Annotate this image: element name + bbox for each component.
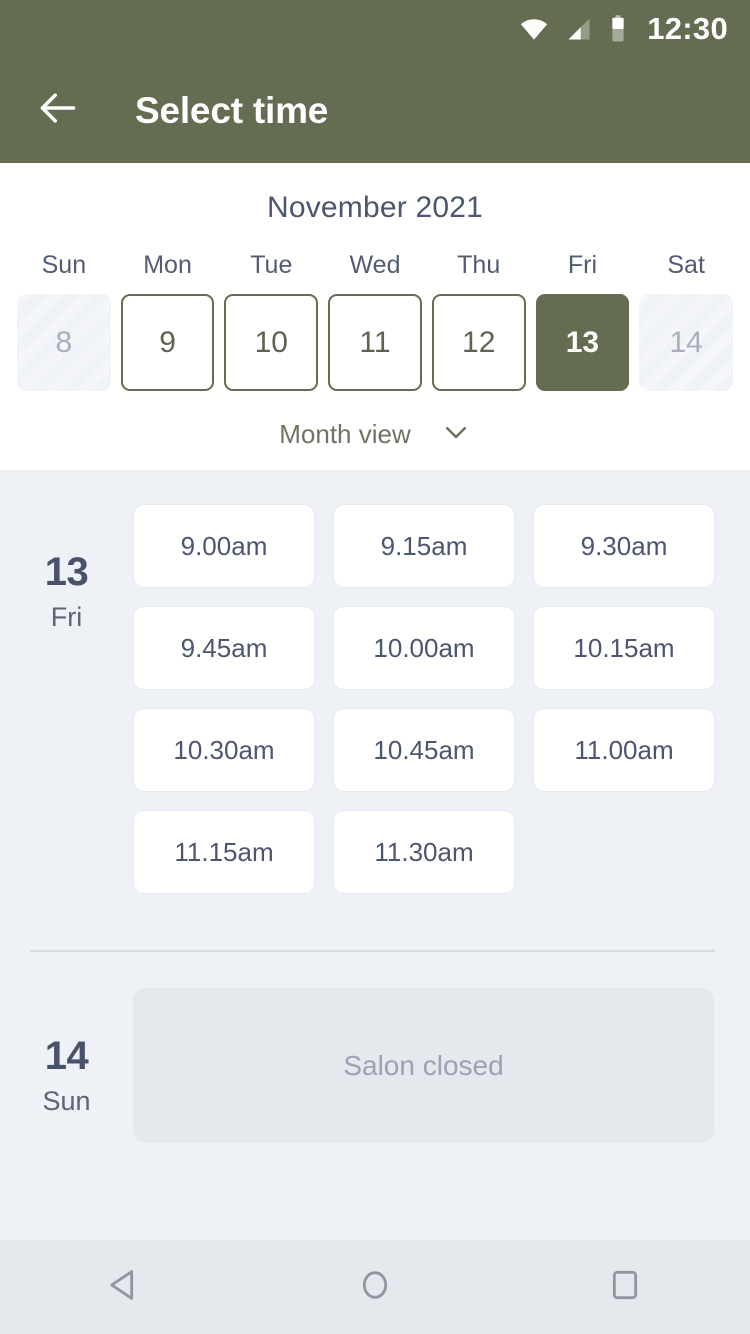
time-slot[interactable]: 10.15am — [533, 606, 715, 690]
time-slot[interactable]: 10.00am — [333, 606, 515, 690]
calendar-month-title: November 2021 — [266, 191, 484, 224]
time-slot[interactable]: 9.30am — [533, 504, 715, 588]
schedule-day-label: 13 Fri — [0, 504, 133, 894]
status-bar: 12:30 — [0, 0, 750, 58]
cellular-signal-icon — [565, 15, 593, 43]
time-slot[interactable]: 11.00am — [533, 708, 715, 792]
calendar-day-cell[interactable]: 9 — [120, 294, 215, 391]
wifi-icon — [519, 14, 549, 44]
salon-closed-card: Salon closed — [133, 988, 714, 1143]
weekday-label: Sat — [667, 251, 705, 279]
time-slot[interactable]: 9.15am — [333, 504, 515, 588]
nav-recents-square-icon — [605, 1265, 645, 1310]
nav-home-button[interactable] — [330, 1240, 420, 1334]
schedule-day-name: Fri — [50, 602, 83, 632]
weekday-label: Tue — [250, 251, 293, 279]
calendar-day-cell: 14 — [639, 294, 733, 391]
nav-back-button[interactable] — [80, 1240, 170, 1334]
battery-icon — [609, 14, 627, 44]
chevron-down-icon — [441, 417, 471, 452]
schedule-day-number: 14 — [44, 1034, 89, 1078]
weekday-label: Wed — [349, 251, 401, 279]
phone-screen: 12:30 Select time November 2021 Sun Mon … — [0, 0, 750, 1334]
page-title: Select time — [135, 89, 329, 131]
time-slot[interactable]: 11.15am — [133, 810, 315, 894]
weekday-label: Mon — [143, 251, 192, 279]
calendar-day-cell[interactable]: 12 — [431, 294, 526, 391]
schedule-day-group: 13 Fri 9.00am 9.15am 9.30am 9.45am 10.00… — [0, 470, 750, 894]
schedule-day-number: 13 — [44, 550, 89, 594]
time-slot[interactable]: 9.00am — [133, 504, 315, 588]
calendar-panel: November 2021 Sun Mon Tue Wed Thu Fri Sa… — [0, 163, 750, 470]
status-time: 12:30 — [647, 11, 728, 46]
time-slot[interactable]: 10.45am — [333, 708, 515, 792]
schedule-scroll-area[interactable]: 13 Fri 9.00am 9.15am 9.30am 9.45am 10.00… — [0, 470, 750, 1240]
nav-home-circle-icon — [355, 1265, 395, 1310]
schedule-day-group-closed: 14 Sun Salon closed — [0, 952, 750, 1143]
time-slot-grid: 9.00am 9.15am 9.30am 9.45am 10.00am 10.1… — [133, 504, 750, 894]
schedule-day-name: Sun — [42, 1086, 91, 1116]
calendar-day-cell: 8 — [17, 294, 111, 391]
calendar-day-cell-selected[interactable]: 13 — [535, 294, 630, 391]
weekday-label: Sun — [41, 251, 87, 279]
calendar-weekday-row: Sun Mon Tue Wed Thu Fri Sat — [0, 251, 750, 280]
arrow-left-icon — [36, 86, 80, 135]
weekday-label: Fri — [567, 251, 597, 279]
time-slot[interactable]: 10.30am — [133, 708, 315, 792]
android-nav-bar — [0, 1240, 750, 1334]
time-slot[interactable]: 11.30am — [333, 810, 515, 894]
nav-recents-button[interactable] — [580, 1240, 670, 1334]
weekday-label: Thu — [457, 251, 501, 279]
app-bar: Select time — [0, 58, 750, 163]
schedule-day-label: 14 Sun — [0, 988, 133, 1143]
calendar-day-cell[interactable]: 11 — [328, 294, 422, 391]
nav-back-triangle-icon — [105, 1265, 145, 1310]
calendar-days-row: 8 9 10 11 12 13 14 — [0, 294, 750, 391]
back-button[interactable] — [32, 85, 84, 137]
month-view-label: Month view — [279, 419, 411, 449]
calendar-day-cell[interactable]: 10 — [224, 294, 319, 391]
month-view-toggle[interactable]: Month view — [0, 417, 750, 452]
time-slot[interactable]: 9.45am — [133, 606, 315, 690]
